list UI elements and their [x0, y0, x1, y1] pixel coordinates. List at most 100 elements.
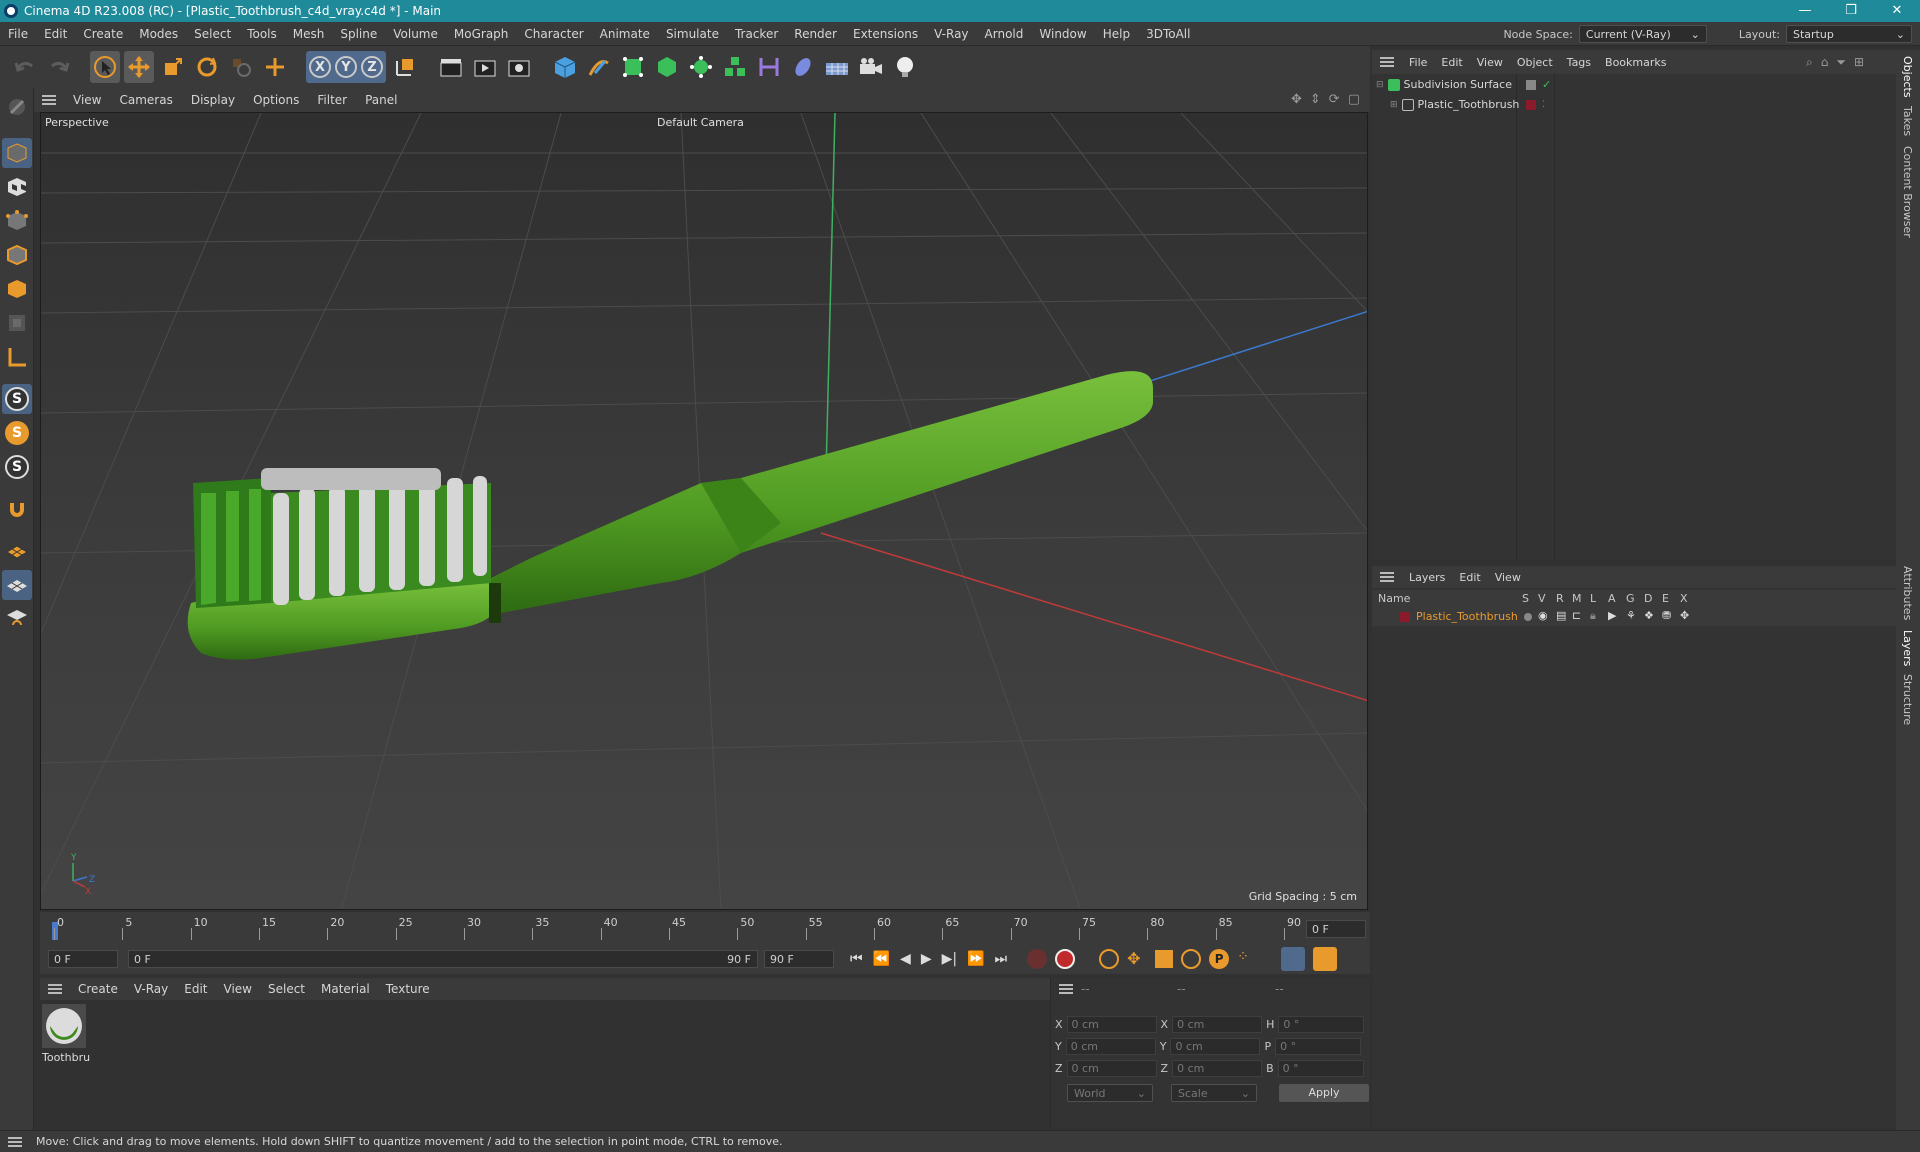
autokey-record-icon[interactable] [1055, 949, 1076, 969]
layer-row[interactable]: Plastic_Toothbrush ◉ ▤ ⊏ 🔒︎ ▶ ⚘ ❖ ⛃ ✥ [1372, 608, 1900, 626]
tab-layers[interactable]: Layers [1901, 630, 1914, 666]
model-mode-button[interactable] [2, 138, 32, 168]
time-range-slider[interactable]: 0 F 90 F [128, 950, 758, 968]
layer-lock-icon[interactable]: 🔒︎ [1590, 609, 1596, 623]
tree-row-plastic-toothbrush[interactable]: ⊞ Plastic_Toothbrush ⁚ [1390, 98, 1545, 111]
layer-generator-icon[interactable]: ⚘ [1626, 609, 1636, 622]
solo-button[interactable]: S [2, 384, 32, 414]
position-z-field[interactable]: 0 cm [1066, 1060, 1157, 1077]
minimize-button[interactable]: — [1782, 0, 1828, 22]
filter-icon[interactable]: ⏷ [1836, 55, 1846, 70]
layer-xref-icon[interactable]: ✥ [1680, 609, 1689, 622]
object-menu-view[interactable]: View [1470, 56, 1510, 69]
tab-objects[interactable]: Objects [1901, 56, 1914, 98]
timeline-ruler[interactable]: 0 5 10 15 20 25 30 35 40 45 50 55 60 65 70 75 80 85 90 0 F [40, 912, 1370, 944]
enabled-check-icon[interactable]: ✓ [1542, 78, 1551, 91]
viewport-camera-label[interactable]: Default Camera [657, 116, 744, 129]
layer-color-chip[interactable] [1400, 612, 1410, 622]
render-picture-viewer-button[interactable] [470, 51, 500, 83]
menu-tracker[interactable]: Tracker [727, 27, 786, 41]
tree-item-name[interactable]: Subdivision Surface [1404, 78, 1512, 91]
layer-deformer-icon[interactable]: ❖ [1644, 609, 1654, 622]
size-y-field[interactable]: 0 cm [1170, 1038, 1261, 1055]
menu-mograph[interactable]: MoGraph [446, 27, 517, 41]
size-x-field[interactable]: 0 cm [1172, 1016, 1263, 1033]
recent-tool[interactable] [226, 51, 256, 83]
record-disabled-icon[interactable] [1027, 949, 1048, 969]
viewport-menu-filter[interactable]: Filter [308, 93, 356, 107]
viewport-menu-panel[interactable]: Panel [356, 93, 406, 107]
menu-vray[interactable]: V-Ray [926, 27, 976, 41]
coord-type-dropdown[interactable]: Scale ⌄ [1171, 1084, 1257, 1102]
material-menu-view[interactable]: View [216, 982, 260, 996]
current-frame-field[interactable]: 0 F [1306, 920, 1366, 938]
uv-mode-button[interactable] [2, 308, 32, 338]
snap-button[interactable] [2, 494, 32, 524]
keyframe-selection-icon[interactable] [1099, 949, 1120, 969]
timeline-window-icon[interactable] [1313, 947, 1338, 971]
menu-edit[interactable]: Edit [36, 27, 75, 41]
material-menu-edit[interactable]: Edit [176, 982, 215, 996]
timeline-mode-icon[interactable] [1281, 947, 1306, 971]
workplane-lock-button[interactable] [2, 570, 32, 600]
rotation-b-field[interactable]: 0 ° [1277, 1060, 1364, 1077]
y-axis-lock-button[interactable]: Y [335, 56, 357, 78]
object-menu-object[interactable]: Object [1510, 56, 1560, 69]
coordinate-system-button[interactable] [390, 51, 420, 83]
home-icon[interactable]: ⌂ [1821, 55, 1829, 70]
material-hamburger-icon[interactable] [48, 984, 62, 994]
spline-pen-button[interactable] [584, 51, 614, 83]
status-hamburger-icon[interactable] [8, 1136, 22, 1147]
material-menu-texture[interactable]: Texture [378, 982, 438, 996]
camera-button[interactable] [856, 51, 886, 83]
coords-hamburger-icon[interactable] [1059, 984, 1073, 994]
layer-menu-layers[interactable]: Layers [1402, 571, 1452, 584]
position-y-field[interactable]: 0 cm [1065, 1038, 1156, 1055]
tab-takes[interactable]: Takes [1901, 106, 1914, 136]
menu-extensions[interactable]: Extensions [845, 27, 926, 41]
edge-mode-button[interactable] [2, 240, 32, 270]
viewport-menu-options[interactable]: Options [244, 93, 308, 107]
subdivision-surface-button[interactable] [618, 51, 648, 83]
viewport-rotate-icon[interactable]: ⟳ [1329, 92, 1340, 107]
previous-key-icon[interactable]: ⏪ [873, 951, 890, 967]
menu-3dtoall[interactable]: 3DToAll [1138, 27, 1198, 41]
key-pla-icon[interactable]: ⁘ [1237, 949, 1257, 969]
cube-primitive-button[interactable] [550, 51, 580, 83]
viewport-menu-display[interactable]: Display [182, 93, 244, 107]
layer-hamburger-icon[interactable] [1380, 572, 1394, 582]
tab-content-browser[interactable]: Content Browser [1901, 146, 1914, 238]
tab-attributes[interactable]: Attributes [1901, 566, 1914, 620]
texture-mode-button[interactable] [2, 172, 32, 202]
next-frame-icon[interactable]: ▶| [942, 951, 957, 967]
node-space-dropdown[interactable]: Current (V-Ray) ⌄ [1578, 25, 1707, 43]
viewport-menu-view[interactable]: View [64, 93, 110, 107]
viewport-hamburger-icon[interactable] [42, 95, 56, 105]
menu-tools[interactable]: Tools [239, 27, 285, 41]
array-button[interactable] [720, 51, 750, 83]
layer-menu-edit[interactable]: Edit [1452, 571, 1487, 584]
go-to-end-icon[interactable]: ⏭ [995, 951, 1008, 967]
menu-window[interactable]: Window [1031, 27, 1094, 41]
expand-toggle-icon[interactable]: ⊞ [1390, 100, 1398, 110]
material-swatch[interactable]: Toothbru [42, 1004, 90, 1064]
material-menu-material[interactable]: Material [313, 982, 378, 996]
render-view-button[interactable] [436, 51, 466, 83]
menu-render[interactable]: Render [786, 27, 845, 41]
x-axis-lock-button[interactable]: X [309, 56, 331, 78]
object-menu-tags[interactable]: Tags [1560, 56, 1598, 69]
deformer-button[interactable] [754, 51, 784, 83]
key-rotation-icon[interactable] [1181, 949, 1202, 969]
menu-create[interactable]: Create [75, 27, 131, 41]
viewport-menu-cameras[interactable]: Cameras [110, 93, 181, 107]
object-menu-file[interactable]: File [1402, 56, 1434, 69]
restore-button[interactable]: ❐ [1828, 0, 1874, 22]
layer-render-clapper-icon[interactable]: ▤ [1556, 609, 1566, 622]
rotate-tool[interactable] [192, 51, 222, 83]
close-button[interactable]: ✕ [1874, 0, 1920, 22]
menu-mesh[interactable]: Mesh [285, 27, 333, 41]
key-parameter-icon[interactable]: P [1209, 949, 1230, 969]
layer-name[interactable]: Plastic_Toothbrush [1416, 610, 1518, 623]
previous-frame-icon[interactable]: ◀ [900, 951, 911, 967]
material-menu-create[interactable]: Create [70, 982, 126, 996]
